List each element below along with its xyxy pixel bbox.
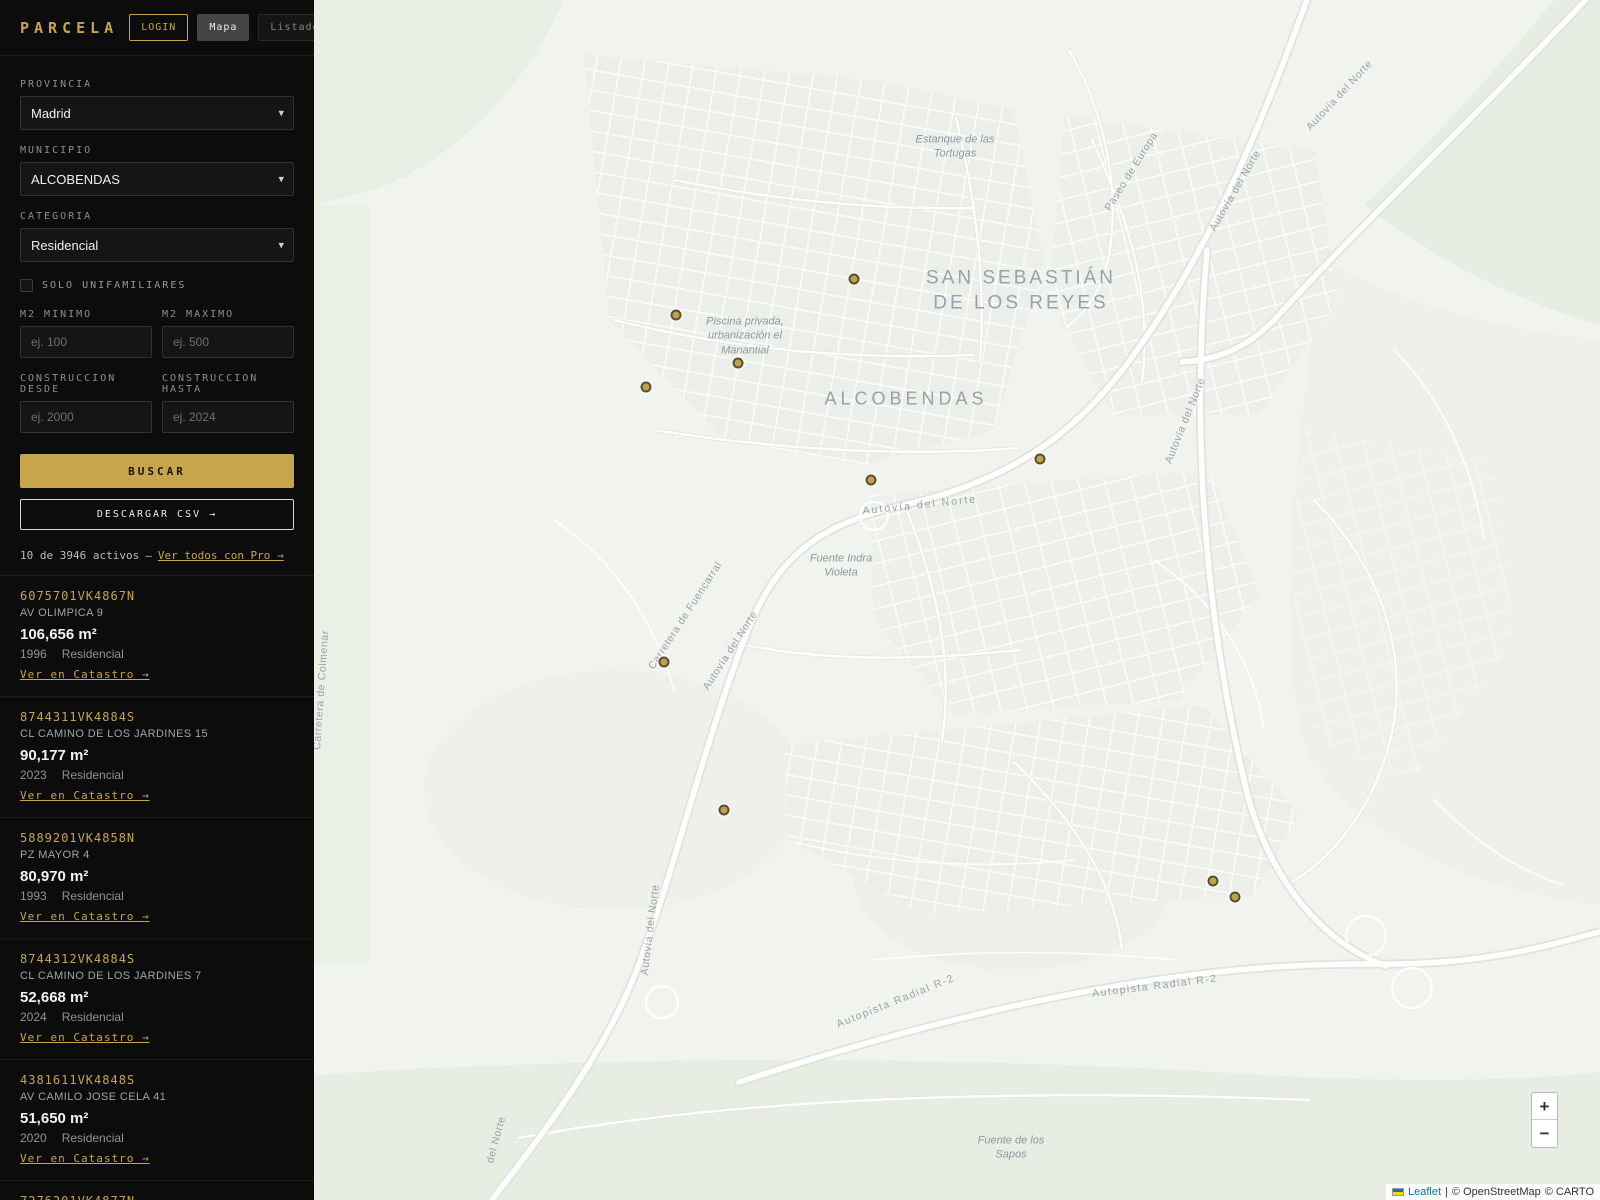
municipio-label: MUNICIPIO	[20, 145, 93, 156]
results-dash: —	[145, 549, 152, 562]
list-item[interactable]: 4381611VK4848S AV CAMILO JOSE CELA 41 51…	[0, 1060, 314, 1181]
parcel-address: AV CAMILO JOSE CELA 41	[20, 1091, 167, 1103]
solo-unifamiliares-checkbox[interactable]	[20, 279, 33, 292]
categoria-select[interactable]: Residencial	[20, 228, 294, 262]
list-item[interactable]: 7276201VK4877N AV VEGA 1 49,844 m² 2002 …	[0, 1181, 314, 1200]
list-item[interactable]: 8744311VK4884S CL CAMINO DE LOS JARDINES…	[0, 697, 314, 818]
ver-todos-pro-link[interactable]: Ver todos con Pro →	[158, 549, 284, 562]
map-marker[interactable]	[848, 273, 860, 285]
parcel-id: 8744312VK4884S	[20, 952, 136, 966]
list-item[interactable]: 6075701VK4867N AV OLIMPICA 9 106,656 m² …	[0, 576, 314, 697]
results-list[interactable]: 6075701VK4867N AV OLIMPICA 9 106,656 m² …	[0, 576, 314, 1200]
catastro-link[interactable]: Ver en Catastro →	[20, 1031, 150, 1044]
parcel-area: 80,970 m²	[20, 868, 89, 885]
buscar-button[interactable]: BUSCAR	[20, 454, 294, 488]
construccion-desde-label: CONSTRUCCION DESDE	[20, 373, 117, 395]
map-attribution: Leaflet | © OpenStreetMap © CARTO	[1386, 1184, 1600, 1200]
parcel-id: 8744311VK4884S	[20, 710, 136, 724]
parcel-area: 106,656 m²	[20, 626, 97, 643]
catastro-link[interactable]: Ver en Catastro →	[20, 789, 150, 802]
parcel-meta: 2024 Residencial	[20, 1010, 294, 1024]
map-marker[interactable]	[865, 474, 877, 486]
parcel-area: 90,177 m²	[20, 747, 89, 764]
parcel-id: 7276201VK4877N	[20, 1194, 294, 1200]
m2-maximo-input[interactable]	[162, 326, 294, 358]
leaflet-flag-icon	[1392, 1188, 1405, 1196]
zoom-control: + −	[1531, 1092, 1558, 1148]
tab-mapa[interactable]: Mapa	[197, 14, 250, 41]
map-marker[interactable]	[640, 381, 652, 393]
provincia-select[interactable]: Madrid	[20, 96, 294, 130]
map-container[interactable]: Estanque de las Tortugas SAN SEBASTIÁN D…	[314, 0, 1600, 1200]
catastro-link[interactable]: Ver en Catastro →	[20, 668, 150, 681]
parcel-category: Residencial	[61, 889, 124, 903]
results-count: 10 de 3946 activos	[20, 549, 140, 562]
parcel-id: 4381611VK4848S	[20, 1073, 136, 1087]
parcel-meta: 2020 Residencial	[20, 1131, 294, 1145]
parcel-category: Residencial	[61, 647, 124, 661]
provincia-label: PROVINCIA	[20, 79, 93, 90]
construccion-desde-input[interactable]	[20, 401, 152, 433]
m2-maximo-label: M2 MAXIMO	[162, 309, 235, 320]
list-item[interactable]: 8744312VK4884S CL CAMINO DE LOS JARDINES…	[0, 939, 314, 1060]
tab-listado[interactable]: Listado	[258, 14, 314, 41]
parcel-category: Residencial	[61, 1131, 124, 1145]
categoria-label: CATEGORIA	[20, 211, 93, 222]
map-marker[interactable]	[718, 804, 730, 816]
map-marker[interactable]	[1207, 875, 1219, 887]
map-marker[interactable]	[1034, 453, 1046, 465]
descargar-csv-button[interactable]: DESCARGAR CSV →	[20, 499, 294, 530]
m2-minimo-label: M2 MINIMO	[20, 309, 93, 320]
zoom-out-button[interactable]: −	[1532, 1120, 1557, 1147]
parcel-address: AV OLIMPICA 9	[20, 607, 104, 619]
map-marker[interactable]	[1229, 891, 1241, 903]
parcel-address: CL CAMINO DE LOS JARDINES 7	[20, 970, 202, 982]
login-button[interactable]: LOGIN	[129, 14, 189, 41]
parcel-area: 51,650 m²	[20, 1110, 89, 1127]
osm-link[interactable]: © OpenStreetMap	[1452, 1186, 1541, 1198]
map-canvas	[314, 0, 1600, 1200]
app: PARCELA LOGIN Mapa Listado PROVINCIA Mad…	[0, 0, 1600, 1200]
parcel-address: PZ MAYOR 4	[20, 849, 90, 861]
app-logo: PARCELA	[20, 18, 119, 37]
map-marker[interactable]	[670, 309, 682, 321]
leaflet-link[interactable]: Leaflet	[1408, 1186, 1441, 1198]
municipio-select[interactable]: ALCOBENDAS	[20, 162, 294, 196]
construccion-hasta-label: CONSTRUCCION HASTA	[162, 373, 259, 395]
m2-minimo-input[interactable]	[20, 326, 152, 358]
parcel-year: 2024	[20, 1010, 47, 1024]
parcel-category: Residencial	[61, 1010, 124, 1024]
parcel-address: CL CAMINO DE LOS JARDINES 15	[20, 728, 209, 740]
parcel-area: 52,668 m²	[20, 989, 89, 1006]
carto-link[interactable]: © CARTO	[1545, 1186, 1594, 1198]
zoom-in-button[interactable]: +	[1532, 1093, 1557, 1120]
parcel-meta: 2023 Residencial	[20, 768, 294, 782]
parcel-meta: 1996 Residencial	[20, 647, 294, 661]
filters-panel: PROVINCIA Madrid ▾ MUNICIPIO ALCOBENDAS …	[0, 56, 314, 530]
attribution-separator: |	[1445, 1186, 1448, 1198]
sidebar: PARCELA LOGIN Mapa Listado PROVINCIA Mad…	[0, 0, 314, 1200]
parcel-year: 1993	[20, 889, 47, 903]
parcel-category: Residencial	[61, 768, 124, 782]
results-summary: 10 de 3946 activos — Ver todos con Pro →	[0, 530, 314, 576]
parcel-year: 1996	[20, 647, 47, 661]
catastro-link[interactable]: Ver en Catastro →	[20, 910, 150, 923]
parcel-id: 6075701VK4867N	[20, 589, 136, 603]
parcel-id: 5889201VK4858N	[20, 831, 136, 845]
map-marker[interactable]	[732, 357, 744, 369]
parcel-year: 2020	[20, 1131, 47, 1145]
sidebar-header: PARCELA LOGIN Mapa Listado	[0, 0, 314, 56]
list-item[interactable]: 5889201VK4858N PZ MAYOR 4 80,970 m² 1993…	[0, 818, 314, 939]
parcel-year: 2023	[20, 768, 47, 782]
construccion-hasta-input[interactable]	[162, 401, 294, 433]
solo-unifamiliares-label: SOLO UNIFAMILIARES	[42, 280, 187, 291]
catastro-link[interactable]: Ver en Catastro →	[20, 1152, 150, 1165]
map-marker[interactable]	[658, 656, 670, 668]
parcel-meta: 1993 Residencial	[20, 889, 294, 903]
